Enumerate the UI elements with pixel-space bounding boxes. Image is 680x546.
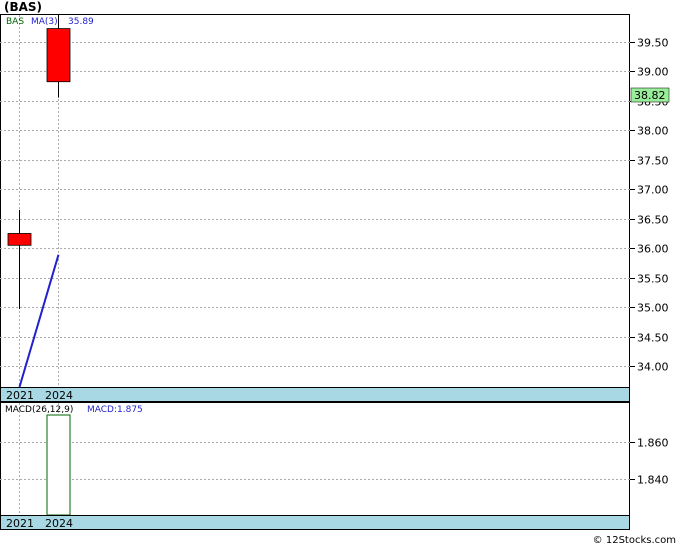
macd-xlabel-2021: 2021 bbox=[6, 517, 34, 530]
legend-ma-value: 35.89 bbox=[68, 17, 94, 27]
macd-bar-layer bbox=[46, 414, 71, 516]
macd-bar-2024 bbox=[46, 414, 71, 516]
price-tick-35.00: 35.00 bbox=[637, 302, 669, 315]
macd-axis: 1.840 1.860 bbox=[630, 437, 669, 487]
price-tick-34.50: 34.50 bbox=[637, 332, 669, 345]
price-xlabel-2021: 2021 bbox=[6, 389, 34, 402]
macd-tick-1.860: 1.860 bbox=[637, 437, 669, 450]
macd-panel bbox=[0, 402, 630, 530]
price-date-band bbox=[0, 387, 630, 402]
price-tick-37.50: 37.50 bbox=[637, 155, 669, 168]
legend-ma-label: MA(3) bbox=[31, 17, 58, 27]
macd-label: MACD(26,12,9) bbox=[5, 405, 73, 415]
price-xlabel-2024: 2024 bbox=[45, 389, 73, 402]
macd-tick-1.840: 1.840 bbox=[637, 474, 669, 487]
macd-xlabel-2024: 2024 bbox=[45, 517, 73, 530]
price-tick-34.00: 34.00 bbox=[637, 361, 669, 374]
price-tick-39.50: 39.50 bbox=[637, 37, 669, 50]
candle-body-2024 bbox=[46, 28, 71, 83]
price-tick-35.50: 35.50 bbox=[637, 273, 669, 286]
price-panel bbox=[0, 14, 630, 402]
macd-value-label: MACD:1.875 bbox=[87, 405, 143, 415]
candle-body-2021 bbox=[7, 233, 32, 246]
credit-text: © 12Stocks.com bbox=[592, 535, 676, 546]
price-tick-37.00: 37.00 bbox=[637, 184, 669, 197]
price-tick-36.00: 36.00 bbox=[637, 243, 669, 256]
stock-chart: 34.00 34.50 35.00 35.50 36.00 36.50 37.00 37.50… bbox=[0, 14, 670, 530]
price-tick-39.00: 39.00 bbox=[637, 66, 669, 79]
price-tick-38.00: 38.00 bbox=[637, 125, 669, 138]
price-tick-36.50: 36.50 bbox=[637, 214, 669, 227]
macd-date-band bbox=[0, 515, 630, 530]
last-price-label: 38.82 bbox=[634, 89, 666, 102]
legend-symbol: BAS bbox=[6, 17, 24, 27]
price-axis: 34.00 34.50 35.00 35.50 36.00 36.50 37.00 37.50… bbox=[630, 37, 669, 374]
